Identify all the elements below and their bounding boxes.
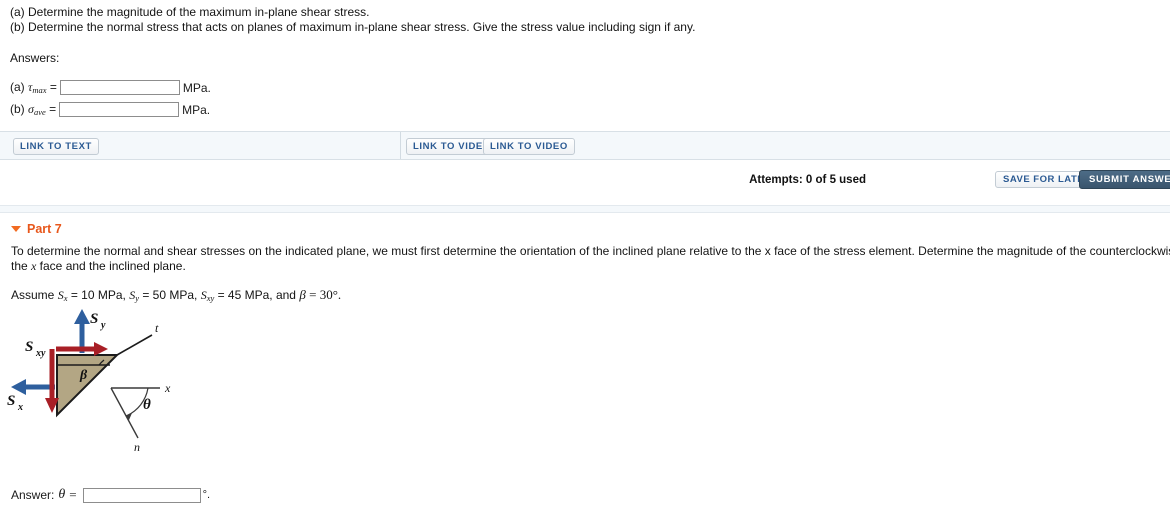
assume-lead: Assume	[11, 288, 55, 302]
link-to-text-button[interactable]: LINK TO TEXT	[13, 138, 99, 155]
submit-answer-button[interactable]: SUBMIT ANSWER	[1079, 170, 1170, 189]
attempts-counter: Attempts: 0 of 5 used	[749, 174, 866, 186]
axis-n-label: n	[134, 440, 140, 454]
part-7-body: To determine the normal and shear stress…	[0, 244, 1170, 306]
submit-row: Attempts: 0 of 5 used SAVE FOR LATER SUB…	[0, 160, 1170, 205]
theta-answer-symbol: θ	[58, 487, 66, 502]
link-to-video-button-2[interactable]: LINK TO VIDEO	[483, 138, 575, 155]
sy-value: = 50 MPa,	[142, 288, 198, 302]
theta-answer-unit: °.	[202, 489, 211, 501]
sigma-ave-unit: MPa.	[182, 102, 211, 117]
sx-label: S	[7, 393, 15, 409]
sxy-subscript: xy	[206, 293, 215, 303]
answer-row-b: (b) σave = MPa.	[10, 102, 1160, 117]
axis-n-line	[110, 387, 139, 439]
part-7-section: Part 7 To determine the normal and shear…	[0, 222, 1170, 306]
stress-element-svg: S y S x S xy β θ t x n	[7, 309, 171, 454]
part-7-title: Part 7	[27, 222, 62, 236]
question-line-a: (a) Determine the magnitude of the maxim…	[10, 5, 370, 19]
sigma-subscript: ave	[33, 107, 46, 117]
axis-t-label: t	[155, 321, 159, 335]
tau-subscript: max	[32, 85, 47, 95]
beta-label: β	[79, 368, 88, 383]
part-7-paragraph: To determine the normal and shear stress…	[11, 244, 1170, 258]
answer-b-label: (b) σave =	[10, 102, 57, 117]
beta-value: = 30°.	[309, 287, 342, 302]
sy-subscript: y	[135, 293, 139, 303]
tau-max-input[interactable]	[59, 80, 180, 95]
section-separator	[0, 205, 1170, 213]
sxy-value: = 45 MPa, and	[217, 288, 296, 302]
inclined-plane-axis-t	[116, 334, 153, 356]
sigma-ave-input[interactable]	[59, 102, 180, 117]
stress-element-figure: S y S x S xy β θ t x n	[0, 303, 230, 473]
sx-label-subscript: x	[17, 402, 23, 413]
sxy-label: S	[25, 339, 33, 355]
sy-arrowhead	[74, 309, 90, 324]
bottom-answer-row: Answer: θ = °.	[11, 487, 210, 503]
bottom-answer-label: Answer:	[11, 488, 55, 502]
answer-a-label: (a) τmax =	[10, 80, 57, 95]
answers-label: Answers:	[10, 51, 60, 65]
theta-answer-input[interactable]	[82, 487, 201, 503]
question-line-b: (b) Determine the normal stress that act…	[10, 19, 696, 34]
question-block: (a) Determine the magnitude of the maxim…	[0, 0, 1170, 117]
tau-max-unit: MPa.	[182, 80, 211, 95]
sxy-label-subscript: xy	[35, 348, 46, 359]
theta-label: θ	[143, 397, 151, 413]
sx-subscript: x	[63, 293, 68, 303]
answer-row-a: (a) τmax = MPa.	[10, 80, 1160, 95]
wedge-shape	[56, 354, 120, 418]
part-7-header[interactable]: Part 7	[0, 222, 1170, 236]
toolbar-divider	[400, 132, 401, 159]
axis-x-label: x	[164, 381, 171, 395]
sx-value: = 10 MPa,	[70, 288, 126, 302]
sxy-top-arrowhead	[94, 342, 108, 356]
sy-label-subscript: y	[100, 320, 106, 331]
beta-symbol: β	[299, 287, 306, 302]
sy-label: S	[90, 311, 98, 327]
collapse-triangle-icon[interactable]	[11, 226, 21, 232]
theta-answer-equals: =	[69, 487, 77, 502]
part-7-paragraph-line2: the x face and the inclined plane.	[11, 259, 186, 273]
exercise-page: (a) Determine the magnitude of the maxim…	[0, 0, 1170, 503]
link-toolbar: LINK TO TEXT LINK TO VIDEO LINK TO VIDEO	[0, 131, 1170, 160]
